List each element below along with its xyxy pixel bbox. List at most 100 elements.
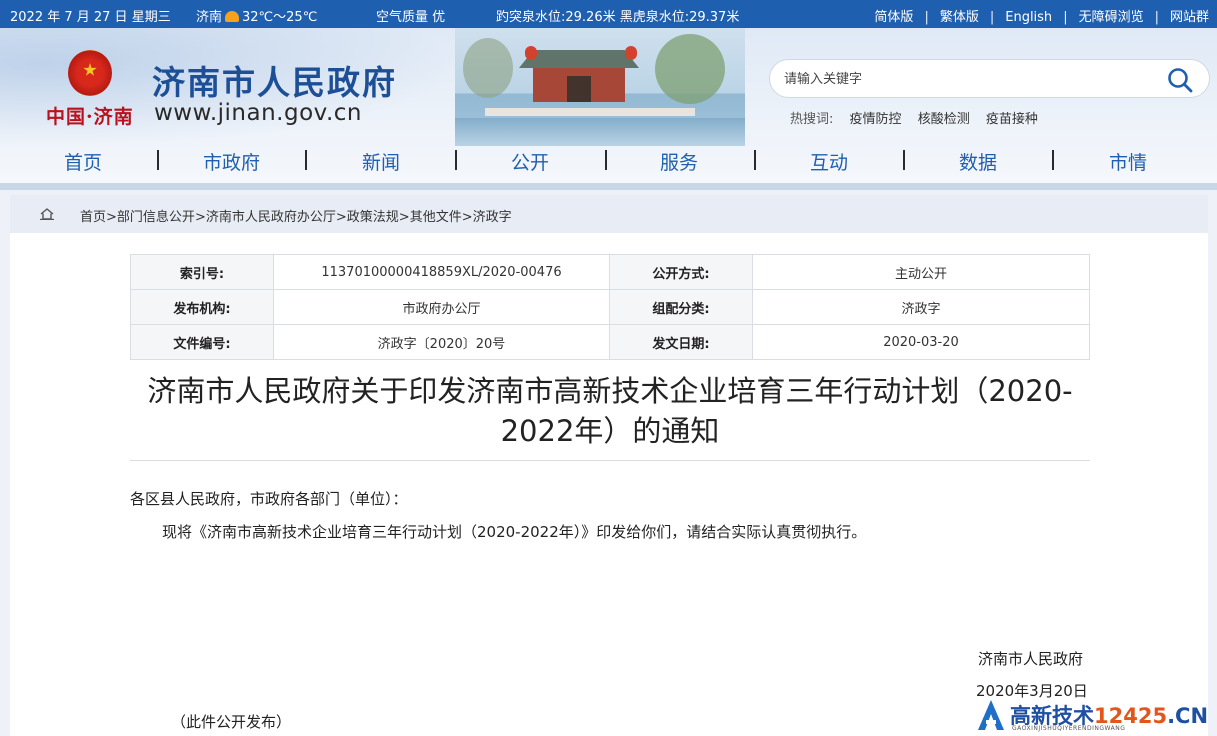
category-label: 组配分类: <box>609 289 753 325</box>
breadcrumb-sep: > <box>106 210 117 225</box>
weather: 济南 32℃～25℃ <box>196 6 317 25</box>
link-traditional[interactable]: 繁体版 <box>940 6 979 25</box>
document-signatory: 济南市人民政府 <box>978 650 1084 668</box>
scene-water <box>455 118 745 146</box>
open-mode-label: 公开方式: <box>609 254 753 290</box>
header-divider <box>0 183 1217 190</box>
top-utility-bar: 2022 年 7 月 27 日 星期三 济南 32℃～25℃ 空气质量 优 趵突泉… <box>0 0 1217 28</box>
scene-hall <box>533 68 625 102</box>
nav-separator <box>903 150 905 170</box>
open-mode-value: 主动公开 <box>752 254 1090 290</box>
hot-word-epidemic-control[interactable]: 疫情防控 <box>850 108 902 127</box>
breadcrumb-item[interactable]: 政策法规 <box>347 206 399 225</box>
issuer-label: 发布机构: <box>130 289 274 325</box>
nav-separator <box>1052 150 1054 170</box>
scene-tree <box>463 38 513 98</box>
search-icon[interactable] <box>1165 66 1195 94</box>
doc-number-value: 济政字〔2020〕20号 <box>273 324 610 360</box>
baotu-spring-pavilion-image <box>455 28 745 146</box>
weather-temp: 32℃～25℃ <box>242 10 318 25</box>
link-simplified[interactable]: 简体版 <box>874 6 913 25</box>
scene-tree <box>655 34 725 104</box>
category-value: 济政字 <box>752 289 1090 325</box>
spring-water-level: 趵突泉水位:29.26米 黑虎泉水位:29.37米 <box>496 10 740 25</box>
breadcrumb: 首页>部门信息公开>济南市人民政府办公厅>政策法规>其他文件>济政字 <box>10 195 1208 233</box>
separator: | <box>989 10 995 25</box>
nav-government[interactable]: 市政府 <box>203 148 260 175</box>
nav-city-info[interactable]: 市情 <box>1109 148 1147 175</box>
table-row: 文件编号: 济政字〔2020〕20号 发文日期: 2020-03-20 <box>130 324 1090 360</box>
hot-word-vaccination[interactable]: 疫苗接种 <box>986 108 1038 127</box>
link-site-group[interactable]: 网站群 <box>1170 6 1209 25</box>
document-publication-note: （此件公开发布） <box>171 713 292 731</box>
watermark-tld: .CN <box>1167 704 1209 728</box>
top-links: 简体版 | 繁体版 | English | 无障碍浏览 | 网站群 <box>874 6 1209 25</box>
document-title: 济南市人民政府关于印发济南市高新技术企业培育三年行动计划（2020- 2022年… <box>130 371 1090 451</box>
scene-railing <box>485 108 695 116</box>
breadcrumb-sep: > <box>194 210 206 225</box>
scene-roof <box>519 50 639 68</box>
hot-search-words: 热搜词: 疫情防控 核酸检测 疫苗接种 <box>790 108 1038 127</box>
breadcrumb-item[interactable]: 济政字 <box>473 206 512 225</box>
document-metadata-table: 索引号: 11370100000418859XL/2020-00476 公开方式… <box>130 254 1090 360</box>
watermark-logo-icon <box>978 700 1004 730</box>
table-row: 发布机构: 市政府办公厅 组配分类: 济政字 <box>130 289 1090 325</box>
current-date: 2022 年 7 月 27 日 星期三 <box>10 10 171 25</box>
issue-date-label: 发文日期: <box>609 324 753 360</box>
main-navigation: 首页 市政府 新闻 公开 服务 互动 数据 市情 <box>0 144 1217 180</box>
site-watermark: 高新技术12425.CN GAOXINJISHUQIYERENDINGWANG <box>976 696 1217 736</box>
separator: | <box>1154 10 1159 25</box>
document-title-line-2: 2022年）的通知 <box>500 414 720 448</box>
nav-disclosure[interactable]: 公开 <box>511 148 549 175</box>
scene-lantern <box>625 46 637 60</box>
nav-home[interactable]: 首页 <box>64 148 102 175</box>
doc-number-label: 文件编号: <box>130 324 274 360</box>
issue-date-value: 2020-03-20 <box>752 324 1090 360</box>
air-quality: 空气质量 优 <box>376 10 446 25</box>
content-panel: 首页>部门信息公开>济南市人民政府办公厅>政策法规>其他文件>济政字 索引号: … <box>10 195 1208 736</box>
breadcrumb-item[interactable]: 部门信息公开 <box>117 206 195 225</box>
nav-services[interactable]: 服务 <box>660 148 698 175</box>
breadcrumb-item[interactable]: 首页 <box>80 206 106 225</box>
weather-sunny-icon <box>225 11 240 22</box>
nav-interaction[interactable]: 互动 <box>810 148 848 175</box>
nav-data[interactable]: 数据 <box>959 148 997 175</box>
breadcrumb-item[interactable]: 济南市人民政府办公厅 <box>206 206 336 225</box>
weather-city: 济南 <box>196 10 223 25</box>
breadcrumb-trail: 首页>部门信息公开>济南市人民政府办公厅>政策法规>其他文件>济政字 <box>80 206 512 225</box>
table-row: 索引号: 11370100000418859XL/2020-00476 公开方式… <box>130 254 1090 290</box>
breadcrumb-sep: > <box>461 210 473 225</box>
nav-separator <box>455 150 457 170</box>
watermark-subtext: GAOXINJISHUQIYERENDINGWANG <box>1012 725 1126 732</box>
home-icon[interactable] <box>40 208 54 220</box>
index-label: 索引号: <box>130 254 274 290</box>
link-accessibility[interactable]: 无障碍浏览 <box>1079 6 1144 25</box>
hot-search-label: 热搜词: <box>790 112 834 127</box>
breadcrumb-sep: > <box>335 210 347 225</box>
separator: | <box>1063 10 1068 25</box>
site-header: 中国·济南 济南市人民政府 www.jinan.gov.cn 热搜词: 疫情防控… <box>0 28 1217 190</box>
nav-separator <box>157 150 159 170</box>
separator: | <box>924 10 929 25</box>
site-url[interactable]: www.jinan.gov.cn <box>154 100 362 126</box>
link-english[interactable]: English <box>1005 10 1052 25</box>
issuer-value: 市政府办公厅 <box>273 289 610 325</box>
national-emblem-icon <box>68 50 112 96</box>
document-salutation: 各区县人民政府，市政府各部门（单位）： <box>130 490 408 508</box>
emblem-caption: 中国·济南 <box>46 106 134 128</box>
scene-lantern <box>525 46 537 60</box>
breadcrumb-sep: > <box>398 210 410 225</box>
nav-separator <box>605 150 607 170</box>
hot-word-nucleic-test[interactable]: 核酸检测 <box>918 108 970 127</box>
nav-news[interactable]: 新闻 <box>362 148 400 175</box>
title-divider <box>130 460 1090 461</box>
search-box <box>769 59 1210 98</box>
index-value: 11370100000418859XL/2020-00476 <box>273 254 610 290</box>
breadcrumb-item[interactable]: 其他文件 <box>410 206 462 225</box>
search-input[interactable] <box>784 68 1144 90</box>
nav-separator <box>754 150 756 170</box>
site-title[interactable]: 济南市人民政府 <box>152 56 397 104</box>
document-body: 现将《济南市高新技术企业培育三年行动计划（2020-2022年）》印发给你们，请… <box>162 523 867 541</box>
nav-separator <box>305 150 307 170</box>
document-title-line-1: 济南市人民政府关于印发济南市高新技术企业培育三年行动计划（2020- <box>147 374 1073 408</box>
